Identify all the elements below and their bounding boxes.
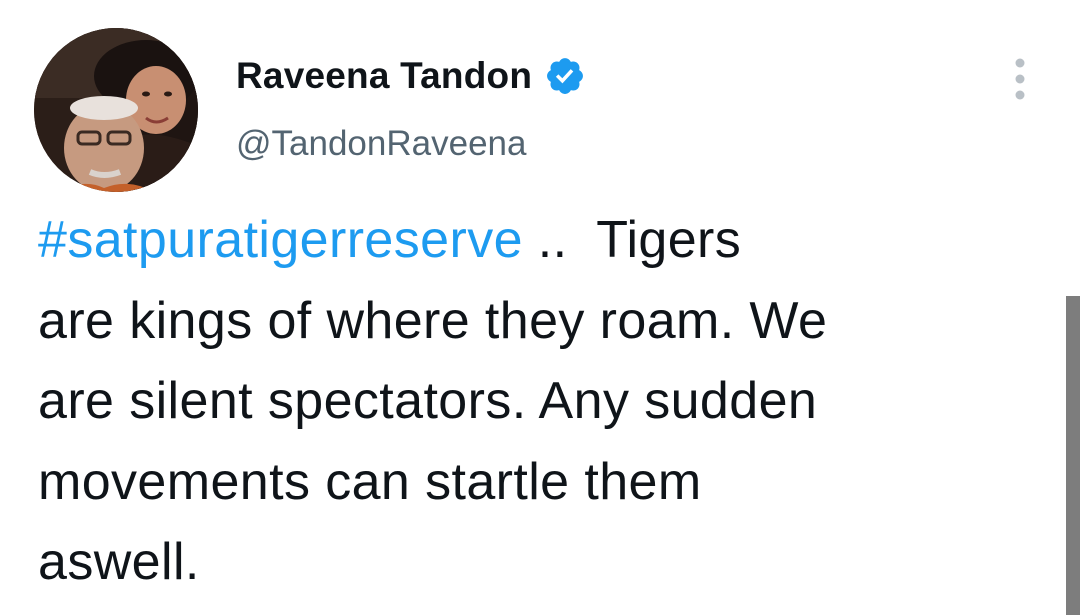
tweet-text: #satpuratigerreserve .. Tigers are kings… xyxy=(38,200,1048,603)
verified-badge-icon xyxy=(544,55,586,97)
author-name-row[interactable]: Raveena Tandon xyxy=(236,55,586,97)
author-display-name[interactable]: Raveena Tandon xyxy=(236,55,532,97)
hashtag-link[interactable]: #satpuratigerreserve xyxy=(38,211,523,269)
tweet-text-line: movements can startle them xyxy=(38,452,702,511)
tweet-text-line: aswell. xyxy=(38,533,200,591)
tweet-text-line: are kings of where they roam. We xyxy=(38,291,828,350)
tweet-text-line: are silent spectators. Any sudden xyxy=(38,372,818,430)
author-handle[interactable]: @TandonRaveena xyxy=(236,124,526,164)
more-options-icon xyxy=(1015,58,1025,100)
scrollbar-thumb[interactable] xyxy=(1066,296,1080,615)
avatar[interactable] xyxy=(34,28,198,192)
tweet-card: Raveena Tandon @TandonRaveena #satpurati… xyxy=(0,0,1080,615)
profile-photo-icon xyxy=(34,28,198,192)
more-options-button[interactable] xyxy=(1002,55,1038,103)
tweet-text-segment: .. Tigers xyxy=(522,211,742,269)
tweet-text-line: #satpuratigerreserve .. Tigers xyxy=(38,200,1048,281)
